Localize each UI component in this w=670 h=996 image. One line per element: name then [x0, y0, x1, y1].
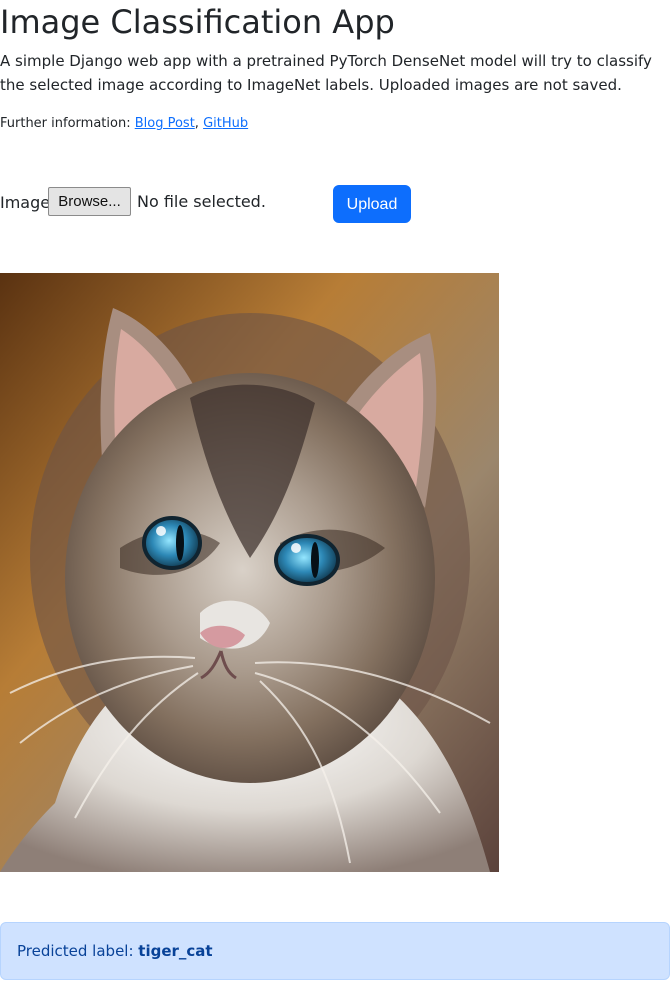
prediction-label: Predicted label: [17, 942, 134, 960]
further-information: Further information: Blog Post, GitHub [0, 115, 248, 133]
link-separator: , [194, 116, 199, 131]
upload-form: Image: Browse... No file selected. Uploa… [0, 185, 460, 223]
image-classification-page: Image Classification App A simple Django… [0, 0, 670, 996]
file-status: No file selected. [137, 192, 266, 211]
prediction-alert: Predicted label: tiger_cat [0, 922, 670, 980]
browse-button[interactable]: Browse... [48, 187, 131, 216]
github-link[interactable]: GitHub [203, 116, 248, 131]
further-information-label: Further information: [0, 116, 131, 131]
app-description: A simple Django web app with a pretraine… [0, 52, 652, 94]
blog-post-link[interactable]: Blog Post [135, 116, 195, 131]
page-title: Image Classification App [0, 3, 395, 41]
upload-button[interactable]: Upload [333, 185, 411, 223]
uploaded-cat-image [0, 273, 499, 872]
predicted-label-value: tiger_cat [138, 942, 213, 960]
